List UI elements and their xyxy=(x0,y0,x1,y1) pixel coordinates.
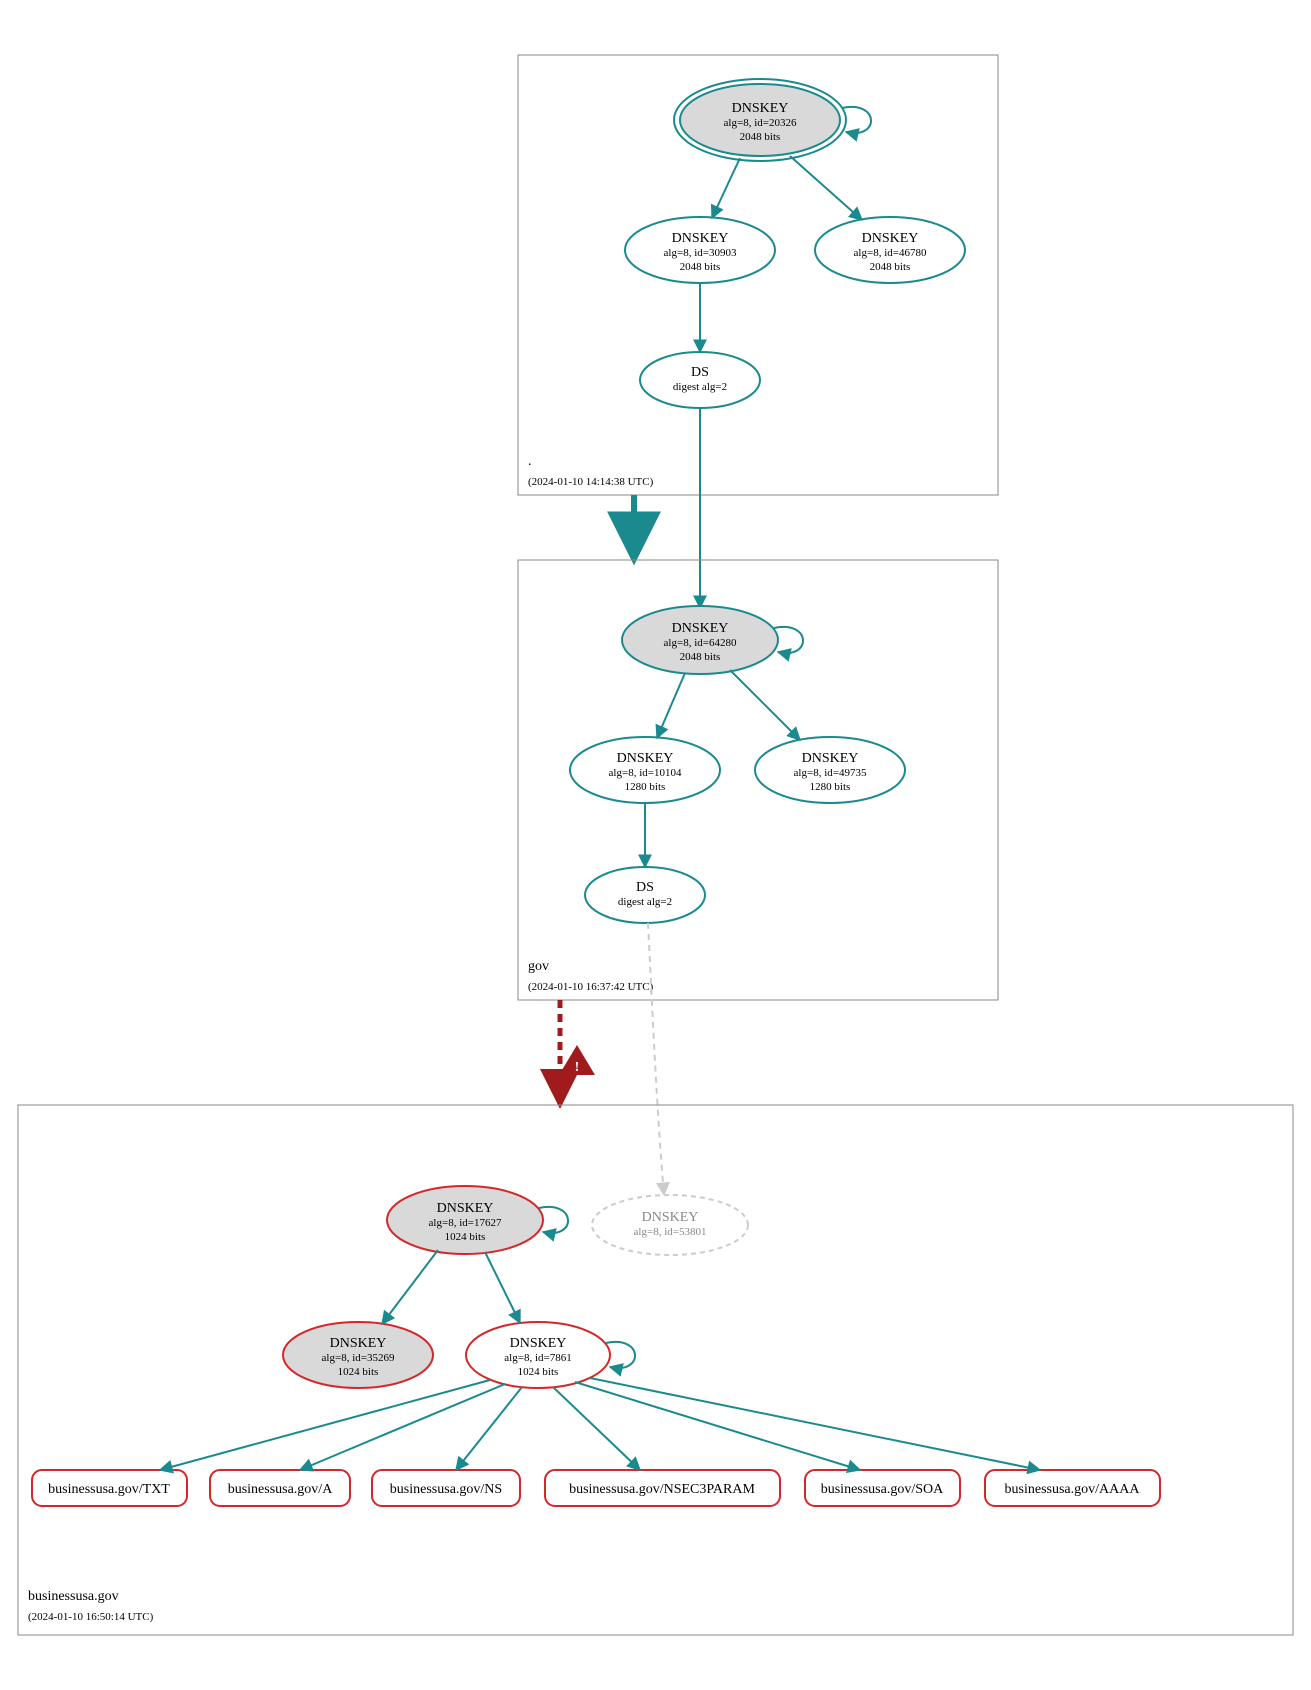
zone-businessusa-name: businessusa.gov xyxy=(28,1589,119,1604)
svg-text:DS: DS xyxy=(691,365,709,380)
svg-text:digest alg=2: digest alg=2 xyxy=(673,381,727,393)
svg-text:alg=8, id=49735: alg=8, id=49735 xyxy=(794,767,867,779)
zone-root-name: . xyxy=(528,454,532,469)
edge-zsk-txt xyxy=(160,1380,490,1470)
svg-text:2048 bits: 2048 bits xyxy=(680,651,721,663)
svg-text:alg=8, id=64280: alg=8, id=64280 xyxy=(664,637,737,649)
node-gov-zsk1: DNSKEY alg=8, id=10104 1280 bits xyxy=(570,737,720,803)
node-businessusa-zsk: DNSKEY alg=8, id=7861 1024 bits xyxy=(466,1322,610,1388)
zone-gov-timestamp: (2024-01-10 16:37:42 UTC) xyxy=(528,981,654,993)
svg-text:2048 bits: 2048 bits xyxy=(680,261,721,273)
node-gov-ksk: DNSKEY alg=8, id=64280 2048 bits xyxy=(622,606,778,674)
edge-root-ksk-zsk1 xyxy=(712,158,740,218)
edge-root-ksk-zsk2 xyxy=(790,156,862,220)
node-businessusa-k2: DNSKEY alg=8, id=35269 1024 bits xyxy=(283,1322,433,1388)
svg-text:businessusa.gov/NSEC3PARAM: businessusa.gov/NSEC3PARAM xyxy=(569,1482,755,1497)
svg-text:DNSKEY: DNSKEY xyxy=(862,231,919,246)
zone-gov: gov (2024-01-10 16:37:42 UTC) DNSKEY alg… xyxy=(518,560,998,1000)
svg-text:1024 bits: 1024 bits xyxy=(445,1231,486,1243)
rrset-a: businessusa.gov/A xyxy=(210,1470,350,1506)
node-root-ds: DS digest alg=2 xyxy=(640,352,760,408)
svg-text:digest alg=2: digest alg=2 xyxy=(618,896,672,908)
edge-zsk-nsec3param xyxy=(553,1387,640,1470)
zone-root-timestamp: (2024-01-10 14:14:38 UTC) xyxy=(528,476,654,488)
dnssec-diagram: . (2024-01-10 14:14:38 UTC) DNSKEY alg=8… xyxy=(0,0,1311,1690)
rrset-soa: businessusa.gov/SOA xyxy=(805,1470,960,1506)
svg-text:DNSKEY: DNSKEY xyxy=(617,751,674,766)
zone-businessusa: businessusa.gov (2024-01-10 16:50:14 UTC… xyxy=(18,1105,1293,1635)
edge-gov-ksk-zsk2 xyxy=(730,670,800,740)
svg-text:2048 bits: 2048 bits xyxy=(870,261,911,273)
svg-text:DNSKEY: DNSKEY xyxy=(330,1336,387,1351)
edge-gov-ksk-zsk1 xyxy=(657,673,685,738)
svg-text:businessusa.gov/A: businessusa.gov/A xyxy=(228,1482,334,1497)
zone-gov-name: gov xyxy=(528,959,549,974)
svg-text:alg=8, id=30903: alg=8, id=30903 xyxy=(664,247,737,259)
svg-text:alg=8, id=17627: alg=8, id=17627 xyxy=(429,1217,502,1229)
svg-text:alg=8, id=53801: alg=8, id=53801 xyxy=(634,1226,707,1238)
edge-zsk-soa xyxy=(575,1382,860,1470)
svg-text:DS: DS xyxy=(636,880,654,895)
svg-text:businessusa.gov/SOA: businessusa.gov/SOA xyxy=(821,1482,944,1497)
svg-text:1024 bits: 1024 bits xyxy=(338,1366,379,1378)
edge-businessusa-ksk-k2 xyxy=(382,1250,438,1324)
svg-text:1280 bits: 1280 bits xyxy=(810,781,851,793)
edge-zsk-a xyxy=(300,1384,505,1470)
svg-text:1024 bits: 1024 bits xyxy=(518,1366,559,1378)
svg-text:DNSKEY: DNSKEY xyxy=(437,1201,494,1216)
svg-text:!: ! xyxy=(575,1060,580,1075)
svg-text:alg=8, id=20326: alg=8, id=20326 xyxy=(724,117,797,129)
svg-text:alg=8, id=7861: alg=8, id=7861 xyxy=(504,1352,571,1364)
node-root-ksk: DNSKEY alg=8, id=20326 2048 bits xyxy=(674,79,846,161)
svg-text:DNSKEY: DNSKEY xyxy=(802,751,859,766)
edge-gov-ds-missing xyxy=(648,923,664,1195)
zone-root: . (2024-01-10 14:14:38 UTC) DNSKEY alg=8… xyxy=(518,55,998,495)
node-businessusa-missing: DNSKEY alg=8, id=53801 xyxy=(592,1195,748,1255)
svg-text:2048 bits: 2048 bits xyxy=(740,131,781,143)
node-root-zsk1: DNSKEY alg=8, id=30903 2048 bits xyxy=(625,217,775,283)
svg-text:alg=8, id=35269: alg=8, id=35269 xyxy=(322,1352,395,1364)
svg-text:DNSKEY: DNSKEY xyxy=(510,1336,567,1351)
svg-text:1280 bits: 1280 bits xyxy=(625,781,666,793)
edge-businessusa-ksk-zsk xyxy=(485,1252,520,1323)
svg-text:businessusa.gov/NS: businessusa.gov/NS xyxy=(390,1482,502,1497)
svg-text:alg=8, id=46780: alg=8, id=46780 xyxy=(854,247,927,259)
node-gov-zsk2: DNSKEY alg=8, id=49735 1280 bits xyxy=(755,737,905,803)
svg-text:DNSKEY: DNSKEY xyxy=(642,1210,699,1225)
node-gov-ds: DS digest alg=2 xyxy=(585,867,705,923)
rrset-ns: businessusa.gov/NS xyxy=(372,1470,520,1506)
zone-businessusa-timestamp: (2024-01-10 16:50:14 UTC) xyxy=(28,1611,154,1623)
svg-text:DNSKEY: DNSKEY xyxy=(672,621,729,636)
rrset-nsec3param: businessusa.gov/NSEC3PARAM xyxy=(545,1470,780,1506)
svg-text:businessusa.gov/TXT: businessusa.gov/TXT xyxy=(48,1482,170,1497)
rrset-aaaa: businessusa.gov/AAAA xyxy=(985,1470,1160,1506)
node-root-zsk2: DNSKEY alg=8, id=46780 2048 bits xyxy=(815,217,965,283)
svg-text:DNSKEY: DNSKEY xyxy=(672,231,729,246)
svg-text:DNSKEY: DNSKEY xyxy=(732,101,789,116)
svg-text:alg=8, id=10104: alg=8, id=10104 xyxy=(609,767,682,779)
warning-icon: ! xyxy=(559,1045,595,1075)
rrset-txt: businessusa.gov/TXT xyxy=(32,1470,187,1506)
svg-text:businessusa.gov/AAAA: businessusa.gov/AAAA xyxy=(1005,1482,1141,1497)
node-businessusa-ksk: DNSKEY alg=8, id=17627 1024 bits xyxy=(387,1186,543,1254)
